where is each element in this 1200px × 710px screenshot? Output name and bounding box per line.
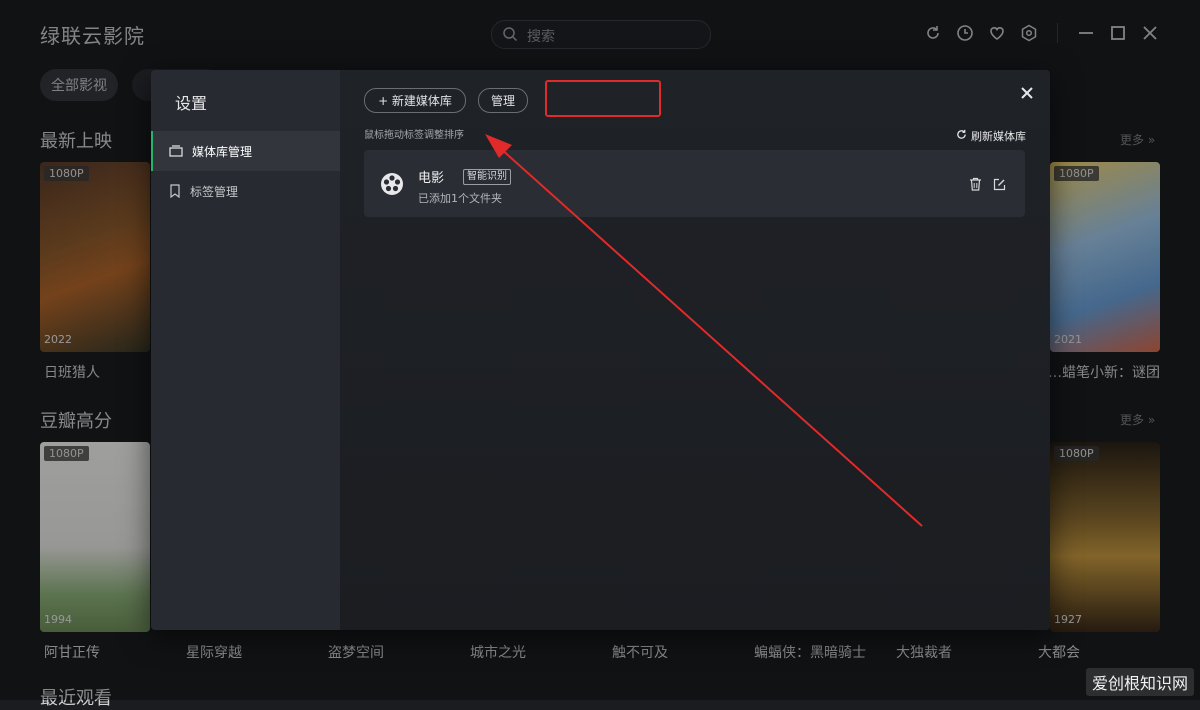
manage-button[interactable]: 管理 <box>478 88 528 113</box>
library-description: 已添加1个文件夹 <box>418 192 502 205</box>
sidebar-item-library-management[interactable]: 媒体库管理 <box>151 131 340 171</box>
refresh-icon <box>956 129 967 143</box>
watermark: 爱创根知识网 <box>1085 668 1194 696</box>
sidebar-item-label: 标签管理 <box>190 184 239 199</box>
settings-dialog: 设置 媒体库管理 标签管理 + 新建媒体库 管理 鼠标拖动标签调整排序 刷新媒体… <box>151 70 1050 630</box>
library-icon <box>169 145 183 157</box>
library-name: 电影 <box>418 171 445 186</box>
annotation-highlight-box <box>545 80 661 117</box>
new-library-button[interactable]: + 新建媒体库 <box>364 88 466 113</box>
smart-recognition-tag: 智能识别 <box>463 169 511 185</box>
sidebar-item-label: 媒体库管理 <box>192 144 253 159</box>
edit-icon[interactable] <box>991 176 1007 192</box>
bookmark-icon <box>169 184 181 198</box>
refresh-library-button[interactable]: 刷新媒体库 <box>956 128 1026 144</box>
sidebar-item-tag-management[interactable]: 标签管理 <box>151 171 340 211</box>
library-card[interactable]: 电影 智能识别 已添加1个文件夹 <box>364 150 1025 217</box>
sort-hint: 鼠标拖动标签调整排序 <box>364 130 464 141</box>
close-dialog-icon[interactable] <box>1018 84 1036 102</box>
settings-sidebar: 设置 媒体库管理 标签管理 <box>151 70 340 630</box>
trash-icon[interactable] <box>967 176 983 192</box>
settings-content: + 新建媒体库 管理 鼠标拖动标签调整排序 刷新媒体库 电影 智能识别 已添加1… <box>340 70 1050 630</box>
refresh-label: 刷新媒体库 <box>971 130 1026 143</box>
film-reel-icon <box>380 172 404 200</box>
settings-title: 设置 <box>175 94 208 113</box>
